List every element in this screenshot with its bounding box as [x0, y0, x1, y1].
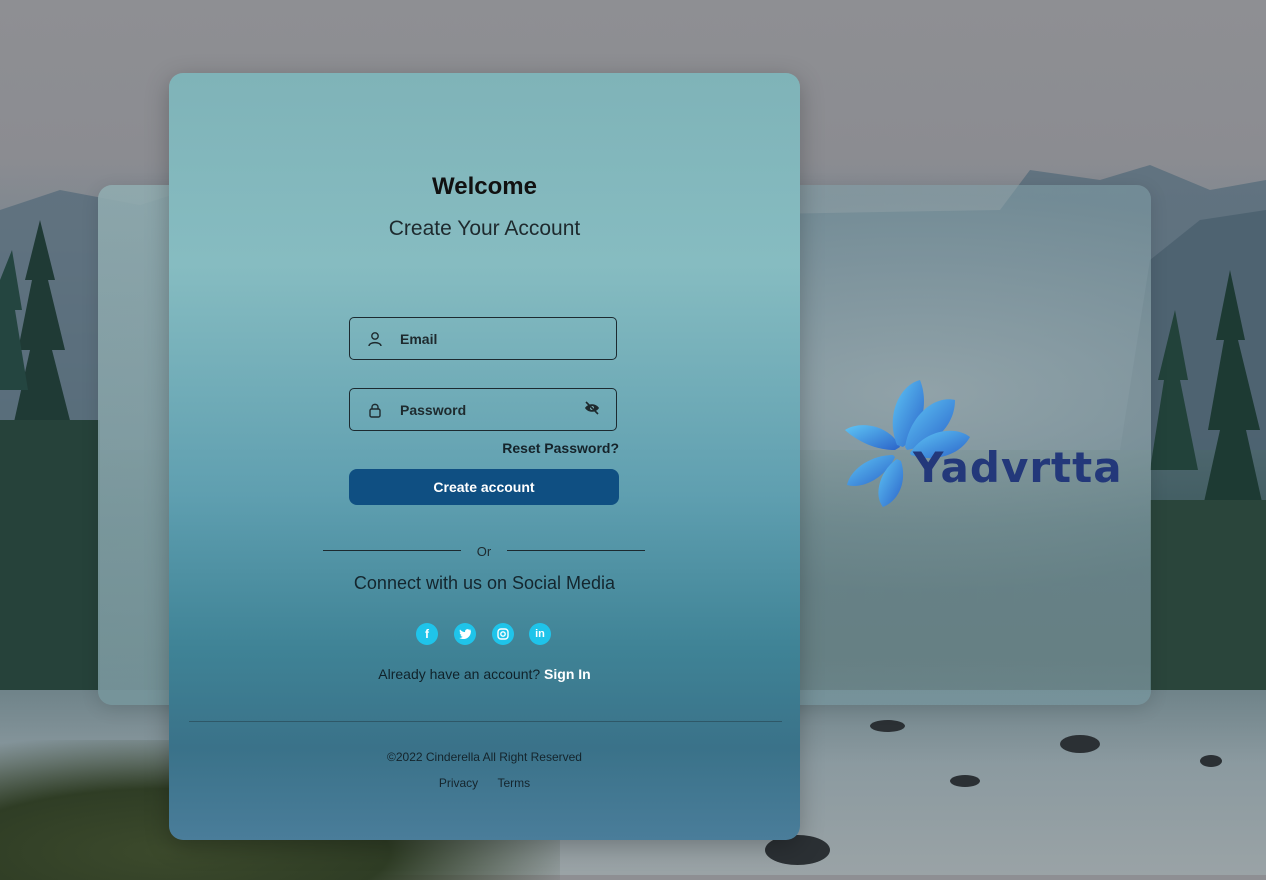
instagram-icon[interactable] — [492, 623, 514, 645]
brand-name: Yadvrtta — [913, 443, 1123, 492]
rock — [1060, 735, 1100, 753]
signin-prompt: Already have an account? — [378, 666, 541, 682]
reset-password-link[interactable]: Reset Password? — [349, 440, 619, 456]
page-title: Welcome — [432, 173, 537, 200]
page-subtitle: Create Your Account — [388, 217, 581, 240]
signin-row: Already have an account? Sign In — [169, 666, 800, 682]
email-field-wrapper — [349, 317, 617, 360]
email-input[interactable] — [400, 330, 570, 347]
signup-card: Welcome Create Your Account Reset Passwo… — [169, 73, 800, 840]
eye-hide-icon[interactable] — [584, 401, 600, 420]
password-input[interactable] — [400, 401, 570, 418]
terms-link[interactable]: Terms — [498, 776, 531, 790]
footer-links: Privacy Terms — [169, 776, 800, 790]
rock — [870, 720, 905, 732]
forest-right — [1150, 270, 1266, 700]
twitter-icon[interactable] — [454, 623, 476, 645]
facebook-icon[interactable]: f — [416, 623, 438, 645]
password-field-wrapper — [349, 388, 617, 431]
footer-divider — [189, 721, 782, 722]
forest-left — [0, 220, 100, 700]
linkedin-icon[interactable]: in — [529, 623, 551, 645]
rock — [950, 775, 980, 787]
user-icon — [350, 331, 400, 347]
divider-line — [507, 550, 645, 551]
divider-line — [323, 550, 461, 551]
create-account-button[interactable]: Create account — [349, 469, 619, 505]
rock — [1200, 755, 1222, 767]
lock-icon — [350, 402, 400, 418]
signin-link[interactable]: Sign In — [544, 666, 591, 682]
back-glass-panel-edge — [98, 185, 178, 705]
social-heading: Connect with us on Social Media — [353, 573, 616, 593]
privacy-link[interactable]: Privacy — [439, 776, 478, 790]
or-divider: Or — [476, 544, 492, 559]
copyright-text: ©2022 Cinderella All Right Reserved — [387, 750, 582, 764]
